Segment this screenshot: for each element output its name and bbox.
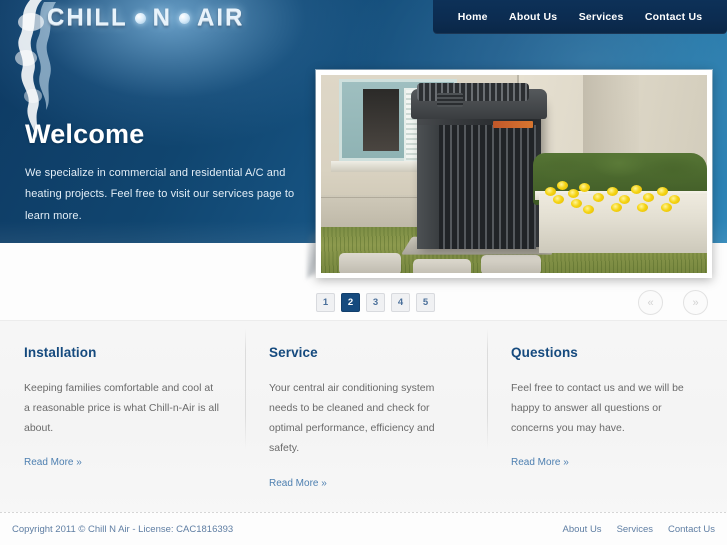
slider-page-3[interactable]: 3	[366, 293, 385, 312]
column-body-installation: Keeping families comfortable and cool at…	[24, 382, 219, 435]
column-title-installation: Installation	[24, 345, 97, 360]
nav-item-home[interactable]: Home	[456, 7, 490, 27]
footer-link-services[interactable]: Services	[617, 524, 653, 535]
slider-next-icon[interactable]: »	[683, 290, 708, 315]
slider-page-4[interactable]: 4	[391, 293, 410, 312]
slider-arrows: « »	[638, 290, 708, 315]
logo-dot-icon-2	[179, 12, 190, 24]
slider-page-1[interactable]: 1	[316, 293, 335, 312]
hero-slide-photo	[321, 75, 707, 273]
hero-heading: Welcome	[25, 119, 145, 149]
feature-column-service: Service Your central air conditioning sy…	[245, 321, 487, 512]
logo-word-n: N	[152, 4, 172, 31]
photo-brand-badge	[493, 121, 533, 128]
page-root: CHILL N AIR Home About Us Services Conta…	[0, 0, 727, 545]
site-logo[interactable]: CHILL N AIR	[47, 3, 317, 33]
hero-body: We specialize in commercial and resident…	[25, 167, 295, 222]
footer-copyright: Copyright 2011 © Chill N Air - License: …	[12, 523, 234, 535]
read-more-link-questions[interactable]: Read More »	[511, 457, 569, 468]
main-navigation: Home About Us Services Contact Us	[433, 0, 727, 34]
hero-text-block: Welcome We specialize in commercial and …	[25, 121, 303, 227]
nav-item-contact-us[interactable]: Contact Us	[643, 7, 704, 27]
feature-column-installation: Installation Keeping families comfortabl…	[0, 321, 245, 512]
feature-column-questions: Questions Feel free to contact us and we…	[487, 321, 727, 512]
hero-slide-frame[interactable]	[316, 70, 712, 278]
footer-link-contact-us[interactable]: Contact Us	[668, 524, 715, 535]
logo-word-air: AIR	[197, 4, 245, 31]
slider-page-5[interactable]: 5	[416, 293, 435, 312]
footer-link-about-us[interactable]: About Us	[562, 524, 601, 535]
column-body-service: Your central air conditioning system nee…	[269, 382, 435, 455]
slider-page-2[interactable]: 2	[341, 293, 360, 312]
slider-pagination: 1 2 3 4 5	[316, 293, 435, 312]
photo-ac-unit	[411, 83, 547, 249]
column-body-questions: Feel free to contact us and we will be h…	[511, 382, 684, 435]
site-footer: Copyright 2011 © Chill N Air - License: …	[0, 513, 727, 545]
footer-links: About Us Services Contact Us	[562, 524, 715, 535]
read-more-link-service[interactable]: Read More »	[269, 478, 327, 489]
nav-item-services[interactable]: Services	[577, 7, 626, 27]
feature-columns: Installation Keeping families comfortabl…	[0, 320, 727, 512]
slider-prev-icon[interactable]: «	[638, 290, 663, 315]
logo-dot-icon	[134, 12, 146, 24]
nav-item-about-us[interactable]: About Us	[507, 7, 559, 27]
logo-word-chill: CHILL	[47, 4, 128, 31]
column-title-service: Service	[269, 345, 318, 360]
read-more-link-installation[interactable]: Read More »	[24, 457, 82, 468]
column-title-questions: Questions	[511, 345, 578, 360]
